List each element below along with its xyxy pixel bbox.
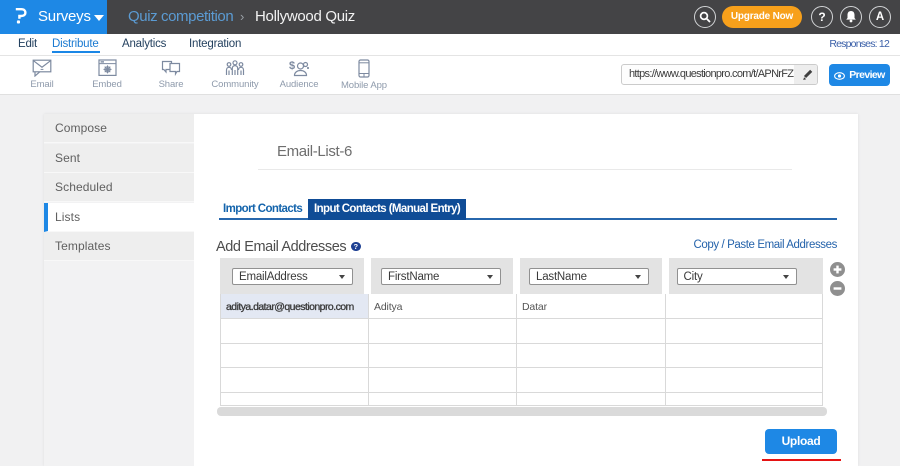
svg-text:$: $ bbox=[289, 60, 295, 72]
